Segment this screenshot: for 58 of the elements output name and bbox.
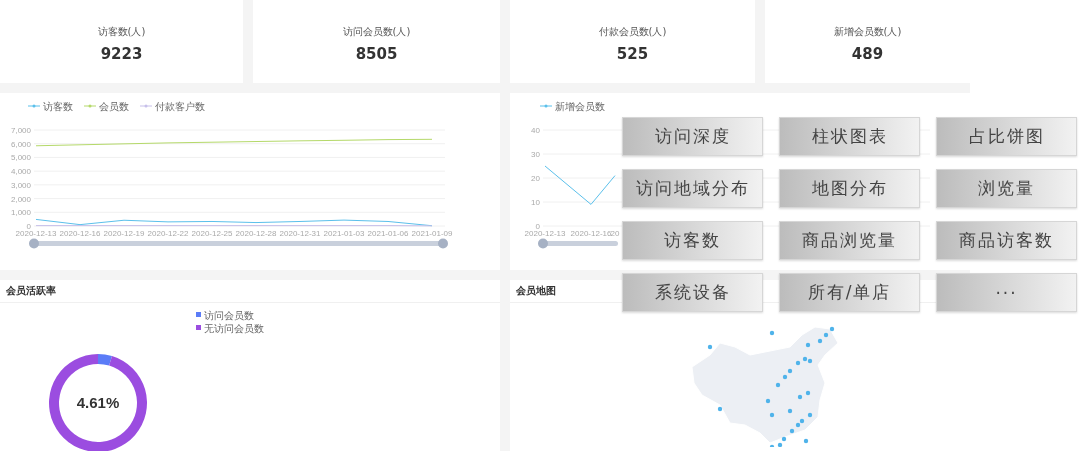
axis-tick-label: 10: [531, 198, 540, 207]
slider-handle[interactable]: [538, 238, 548, 249]
legend-label: 访问会员数: [204, 309, 254, 321]
axis-tick-label: 0: [535, 222, 540, 231]
axis-tick-label: 30: [531, 150, 540, 159]
axis-tick-label: 2020-12-28: [235, 229, 277, 238]
stat-label: 访客数(人): [97, 24, 146, 39]
legend-label: 访客数: [43, 100, 73, 112]
axis-tick-label: 0: [26, 222, 31, 231]
menu-button[interactable]: 访客数: [622, 221, 763, 260]
axis-tick-label: 1,000: [10, 208, 31, 218]
menu-button[interactable]: 柱状图表: [779, 117, 920, 156]
slider-handle[interactable]: [29, 238, 39, 249]
legend-label: 新增会员数: [555, 100, 605, 112]
menu-button[interactable]: 所有/单店: [779, 273, 920, 312]
axis-tick-label: 2020-12-22: [147, 229, 189, 238]
stat-label: 付款会员数(人): [598, 24, 667, 39]
legend-label: 无访问会员数: [204, 322, 264, 334]
legend-label: 会员数: [99, 100, 129, 112]
panel-title: 会员活跃率: [6, 284, 56, 298]
menu-button[interactable]: 访问地域分布: [622, 169, 763, 208]
axis-tick-label: 2021-01-06: [367, 229, 409, 238]
menu-button[interactable]: 地图分布: [779, 169, 920, 208]
axis-tick-label: 2020-12-16: [570, 229, 612, 238]
axis-tick-label: 3,000: [10, 180, 31, 190]
axis-tick-label: 40: [531, 126, 540, 135]
menu-button[interactable]: 浏览量: [936, 169, 1077, 208]
stat-label: 访问会员数(人): [342, 24, 411, 39]
axis-tick-label: 6,000: [10, 139, 31, 149]
stat-label: 新增会员数(人): [833, 24, 902, 39]
stat-value: 9223: [100, 44, 143, 63]
axis-tick-label: 2021-01-09: [411, 229, 453, 238]
menu-button[interactable]: 占比饼图: [936, 117, 1077, 156]
axis-tick-label: 5,000: [10, 153, 31, 163]
axis-tick-label: 2020-12-25: [191, 229, 233, 238]
axis-tick-label: 2021-01-03: [323, 229, 365, 238]
stat-value: 525: [616, 44, 649, 63]
axis-tick-label: 2020-12-19: [103, 229, 145, 238]
axis-tick-label: 4,000: [10, 167, 31, 177]
axis-tick-label: 2020-12-16: [59, 229, 101, 238]
menu-button[interactable]: 商品浏览量: [779, 221, 920, 260]
axis-tick-label: 2,000: [10, 194, 31, 204]
axis-tick-label: 7,000: [10, 126, 31, 135]
stat-value: 489: [851, 44, 884, 63]
axis-tick-label: 2020-12-13: [15, 229, 57, 238]
slider-handle[interactable]: [438, 238, 448, 249]
menu-button[interactable]: 商品访客数: [936, 221, 1077, 260]
menu-button[interactable]: 系统设备: [622, 273, 763, 312]
stat-value: 8505: [355, 44, 398, 63]
menu-button[interactable]: 访问深度: [622, 117, 763, 156]
axis-tick-label: 2020-12-31: [279, 229, 321, 238]
menu-button[interactable]: ···: [936, 273, 1077, 312]
donut-center-value: 4.61%: [76, 394, 120, 411]
legend-label: 付款客户数: [155, 100, 205, 112]
axis-tick-label: 20: [531, 174, 540, 183]
axis-tick-label: 2020-12-13: [524, 229, 566, 238]
panel-title: 会员地图: [516, 284, 556, 298]
axis-tick-label: 20: [610, 229, 620, 238]
